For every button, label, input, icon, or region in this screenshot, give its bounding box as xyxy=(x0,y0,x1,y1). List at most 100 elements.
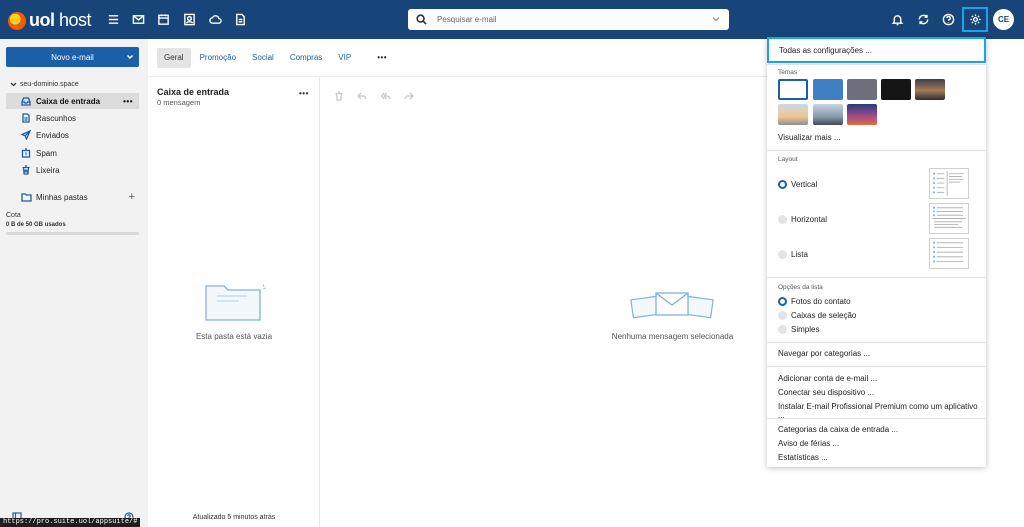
logo-product: host xyxy=(59,10,92,30)
account-domain[interactable]: seu-dominio.space xyxy=(10,81,79,88)
contacts-icon[interactable] xyxy=(182,12,196,26)
avatar[interactable]: CE xyxy=(993,9,1014,30)
notifications-icon[interactable] xyxy=(890,12,904,26)
trash-icon[interactable] xyxy=(334,91,344,101)
draft-icon xyxy=(22,113,30,123)
divider xyxy=(767,150,986,151)
no-selection-text: Nenhuma mensagem selecionada xyxy=(611,332,734,341)
inbox-categories-item[interactable]: Categorias da caixa de entrada ... xyxy=(778,425,898,434)
tab-compras[interactable]: Compras xyxy=(283,48,329,68)
mail-icon[interactable] xyxy=(131,12,145,26)
sidebar-item-trash[interactable]: Lixeira xyxy=(6,162,139,178)
sidebar-item-sent[interactable]: Enviados xyxy=(6,127,139,143)
tab-social[interactable]: Social xyxy=(245,48,281,68)
search-input[interactable] xyxy=(437,15,697,24)
chevron-down-icon[interactable] xyxy=(711,14,721,24)
layout-vertical-preview[interactable] xyxy=(929,168,969,199)
list-option-simple[interactable]: Simples xyxy=(778,325,819,334)
all-settings-label: Todas as configurações ... xyxy=(779,45,872,55)
divider xyxy=(767,277,986,278)
help-icon[interactable] xyxy=(941,12,955,26)
more-tabs-icon[interactable]: ••• xyxy=(370,48,394,68)
layout-list[interactable]: Lista xyxy=(778,250,808,259)
refresh-icon[interactable] xyxy=(916,12,930,26)
trash-icon xyxy=(22,165,30,175)
my-folders-label: Minhas pastas xyxy=(36,192,88,202)
theme-dusk[interactable] xyxy=(847,104,877,125)
account-domain-label: seu-dominio.space xyxy=(20,81,79,88)
envelopes-icon xyxy=(630,292,714,319)
add-folder-icon[interactable]: + xyxy=(129,191,135,203)
inbox-icon xyxy=(21,97,31,106)
category-tabs: Geral Promoção Social Compras VIP ••• xyxy=(157,47,396,68)
reply-icon[interactable] xyxy=(357,91,367,101)
layout-label: Layout xyxy=(778,156,798,163)
radio-unselected[interactable] xyxy=(778,215,787,224)
radio-unselected[interactable] xyxy=(778,325,787,334)
radio-unselected[interactable] xyxy=(778,311,787,320)
layout-horizontal[interactable]: Horizontal xyxy=(778,215,827,224)
document-icon[interactable] xyxy=(233,12,247,26)
reply-all-icon[interactable] xyxy=(381,91,391,101)
list-option-label: Caixas de seleção xyxy=(791,311,857,320)
list-title: Caixa de entrada xyxy=(157,87,230,97)
themes-label: Temas xyxy=(778,69,798,76)
radio-unselected[interactable] xyxy=(778,250,787,259)
all-settings-item[interactable]: Todas as configurações ... xyxy=(767,37,986,63)
spam-icon xyxy=(21,148,31,158)
browse-categories-item[interactable]: Navegar por categorias ... xyxy=(778,349,870,358)
tab-geral[interactable]: Geral xyxy=(157,47,191,68)
theme-landscape[interactable] xyxy=(778,104,808,125)
settings-button[interactable] xyxy=(962,7,988,32)
search-bar[interactable] xyxy=(408,9,729,30)
folder-icon xyxy=(21,193,32,202)
theme-white[interactable] xyxy=(778,79,808,100)
list-option-label: Fotos do contato xyxy=(791,297,851,306)
sidebar-item-inbox[interactable]: Caixa de entrada ••• xyxy=(6,93,139,109)
theme-city[interactable] xyxy=(813,104,843,125)
calendar-icon[interactable] xyxy=(156,12,170,26)
statistics-item[interactable]: Estatísticas ... xyxy=(778,453,828,462)
new-email-label: Novo e-mail xyxy=(51,52,94,62)
list-option-checkboxes[interactable]: Caixas de seleção xyxy=(778,311,856,320)
quota-bar xyxy=(6,232,139,235)
theme-sunset[interactable] xyxy=(915,79,945,100)
radio-selected[interactable] xyxy=(778,297,787,306)
tab-promocao[interactable]: Promoção xyxy=(193,48,243,68)
theme-blue[interactable] xyxy=(813,79,843,100)
layout-option-label: Lista xyxy=(791,250,808,259)
menu-icon[interactable] xyxy=(106,12,120,26)
my-folders[interactable]: Minhas pastas + xyxy=(6,189,139,205)
divider xyxy=(767,418,986,419)
layout-list-preview[interactable] xyxy=(929,238,969,269)
new-email-button[interactable]: Novo e-mail xyxy=(6,47,139,67)
cloud-icon[interactable] xyxy=(208,12,222,26)
add-account-item[interactable]: Adicionar conta de e-mail ... xyxy=(778,374,877,383)
sidebar-item-spam[interactable]: Spam xyxy=(6,145,139,161)
send-icon xyxy=(21,130,31,140)
chevron-down-icon[interactable] xyxy=(126,53,134,61)
theme-gray[interactable] xyxy=(847,79,877,100)
more-options-icon[interactable]: ••• xyxy=(123,97,133,106)
sidebar-item-label: Enviados xyxy=(36,130,69,140)
layout-vertical[interactable]: Vertical xyxy=(778,180,817,189)
tab-vip[interactable]: VIP xyxy=(331,48,358,68)
layout-horizontal-preview[interactable] xyxy=(929,203,969,234)
connect-device-item[interactable]: Conectar seu dispositivo ... xyxy=(778,388,874,397)
vacation-notice-item[interactable]: Aviso de férias ... xyxy=(778,439,839,448)
logo-brand: uol xyxy=(29,10,55,30)
app-logo[interactable]: uol host xyxy=(8,10,92,31)
radio-selected[interactable] xyxy=(778,180,787,189)
status-url: https://pro.suite.uol/appsuite/# xyxy=(0,518,141,527)
gear-icon xyxy=(969,14,981,25)
forward-icon[interactable] xyxy=(404,91,414,101)
empty-folder-text: Esta pasta está vazia xyxy=(195,332,273,341)
layout-option-label: Horizontal xyxy=(791,215,828,224)
sidebar-item-drafts[interactable]: Rascunhos xyxy=(6,110,139,126)
list-option-contact-photos[interactable]: Fotos do contato xyxy=(778,297,851,306)
sidebar-item-label: Caixa de entrada xyxy=(36,96,101,106)
list-options-label: Opções da lista xyxy=(778,284,823,291)
see-more-themes[interactable]: Visualizar mais ... xyxy=(778,133,841,142)
theme-black[interactable] xyxy=(881,79,911,100)
list-options-icon[interactable]: ••• xyxy=(299,89,309,98)
